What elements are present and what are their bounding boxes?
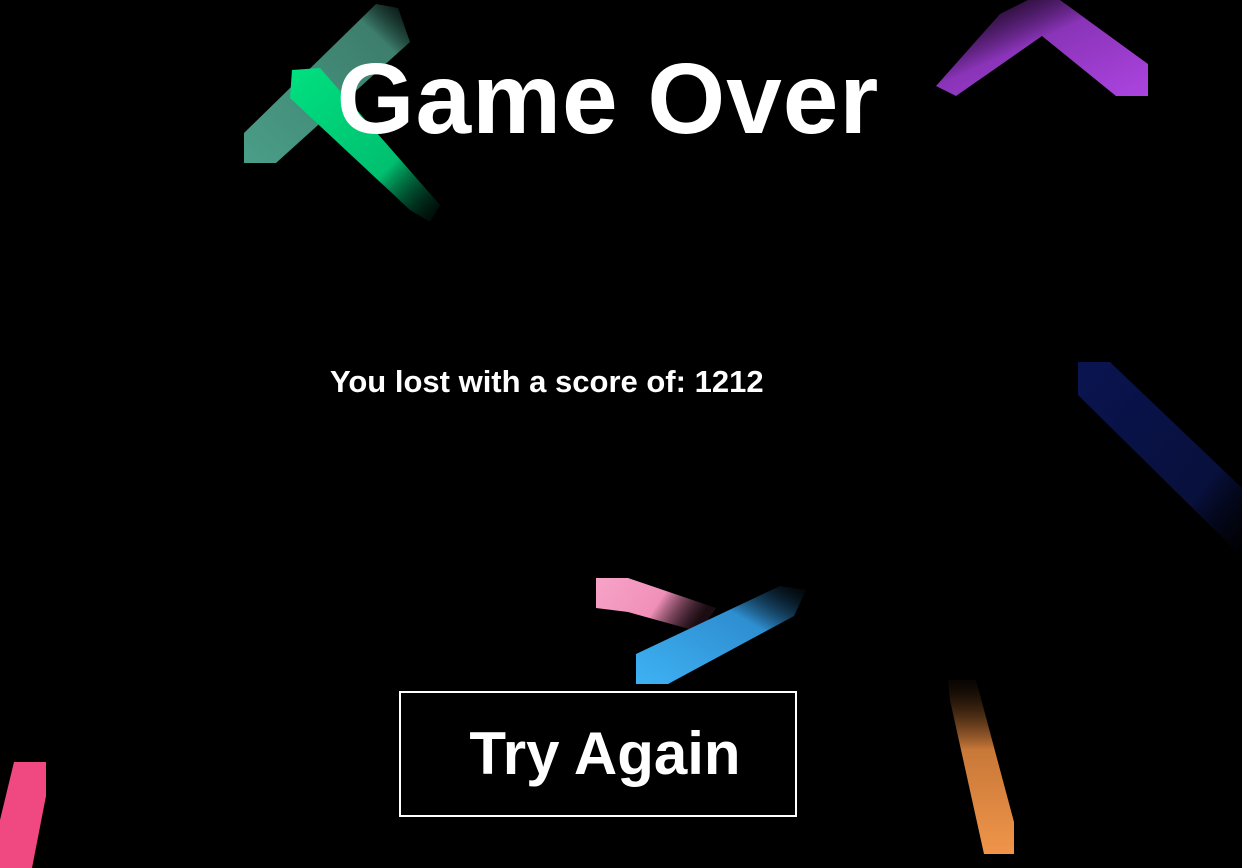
score-label: You lost with a score of: bbox=[330, 364, 686, 399]
score-value: 1212 bbox=[694, 364, 764, 399]
game-over-title: Game Over bbox=[336, 43, 880, 155]
orange-streak bbox=[948, 680, 1014, 854]
game-over-screen: Game Over You lost with a score of: 1212… bbox=[0, 0, 1242, 868]
rose-streak bbox=[0, 762, 46, 868]
pink-streak bbox=[596, 578, 716, 632]
score-message: You lost with a score of: 1212 bbox=[330, 362, 764, 402]
try-again-button[interactable]: Try Again bbox=[399, 691, 797, 817]
navy-streak bbox=[1078, 362, 1242, 560]
